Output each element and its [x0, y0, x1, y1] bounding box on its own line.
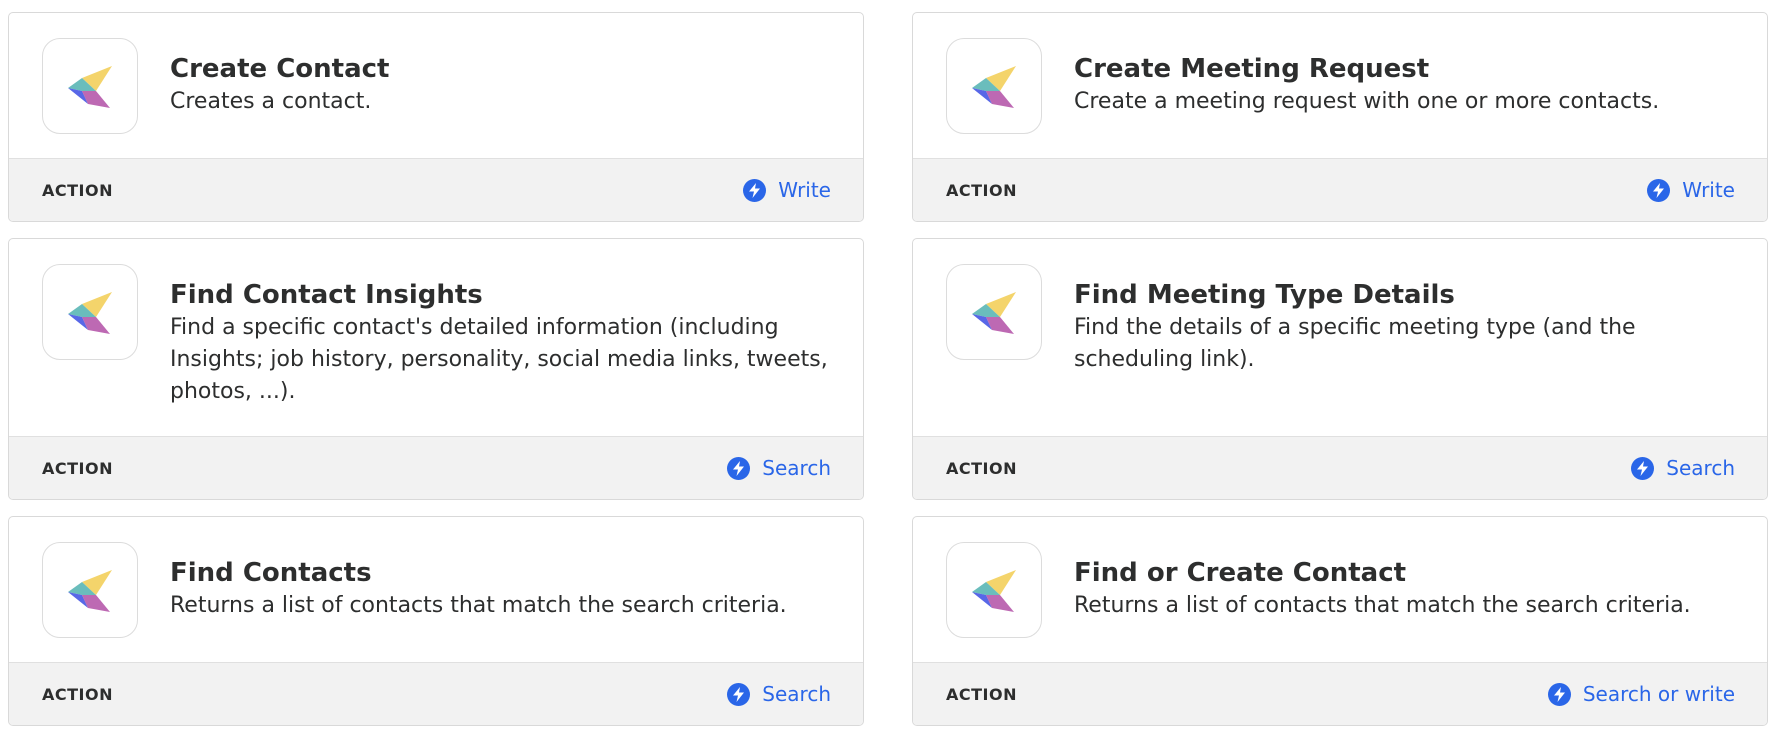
lightning-bolt-icon	[727, 456, 751, 480]
card-type-label: ACTION	[946, 180, 1017, 200]
action-card[interactable]: Create Meeting Request Create a meeting …	[912, 12, 1768, 222]
card-type-label: ACTION	[42, 684, 113, 704]
card-text: Create Contact Creates a contact.	[170, 52, 389, 118]
card-type-label: ACTION	[42, 458, 113, 478]
card-text: Find or Create Contact Returns a list of…	[1074, 556, 1691, 622]
action-type-label: Write	[778, 178, 831, 202]
app-logo	[946, 264, 1042, 360]
action-type-label: Search or write	[1582, 682, 1735, 706]
card-type-label: ACTION	[946, 684, 1017, 704]
action-card[interactable]: Create Contact Creates a contact. ACTION…	[8, 12, 864, 222]
card-title: Create Contact	[170, 54, 390, 84]
action-card[interactable]: Find Contacts Returns a list of contacts…	[8, 516, 864, 726]
app-logo	[946, 542, 1042, 638]
actions-grid: Create Contact Creates a contact. ACTION…	[8, 12, 1768, 726]
card-description: Returns a list of contacts that match th…	[1074, 593, 1691, 618]
card-body: Find Contact Insights Find a specific co…	[9, 239, 863, 436]
action-card[interactable]: Find Contact Insights Find a specific co…	[8, 238, 864, 500]
card-description: Find a specific contact's detailed infor…	[170, 315, 828, 404]
card-footer: ACTION Search	[9, 436, 863, 499]
card-title: Create Meeting Request	[1074, 54, 1430, 84]
action-type-link[interactable]: Search	[1631, 456, 1735, 480]
card-description: Create a meeting request with one or mor…	[1074, 89, 1660, 114]
app-logo	[946, 38, 1042, 134]
app-logo-icon	[68, 292, 112, 334]
app-logo-icon	[972, 292, 1016, 334]
card-text: Find Meeting Type Details Find the detai…	[1074, 278, 1735, 376]
card-text: Find Contacts Returns a list of contacts…	[170, 556, 787, 622]
app-logo	[42, 38, 138, 134]
lightning-bolt-icon	[727, 682, 751, 706]
lightning-bolt-icon	[743, 178, 767, 202]
card-text: Find Contact Insights Find a specific co…	[170, 278, 831, 408]
card-title: Find or Create Contact	[1074, 558, 1407, 588]
action-type-link[interactable]: Search	[727, 456, 831, 480]
card-body: Create Contact Creates a contact.	[9, 13, 863, 158]
card-title: Find Contacts	[170, 558, 372, 588]
card-body: Find Contacts Returns a list of contacts…	[9, 517, 863, 662]
app-logo	[42, 542, 138, 638]
card-footer: ACTION Search	[913, 436, 1767, 499]
card-description: Find the details of a specific meeting t…	[1074, 315, 1636, 372]
app-logo	[42, 264, 138, 360]
card-footer: ACTION Search or write	[913, 662, 1767, 725]
action-type-label: Search	[762, 682, 831, 706]
card-footer: ACTION Write	[9, 158, 863, 221]
card-body: Find Meeting Type Details Find the detai…	[913, 239, 1767, 436]
app-logo-icon	[972, 66, 1016, 108]
card-description: Creates a contact.	[170, 89, 372, 114]
card-title: Find Contact Insights	[170, 280, 483, 310]
card-type-label: ACTION	[946, 458, 1017, 478]
action-type-link[interactable]: Write	[1647, 178, 1735, 202]
card-footer: ACTION Search	[9, 662, 863, 725]
action-type-link[interactable]: Search or write	[1547, 682, 1735, 706]
app-logo-icon	[68, 66, 112, 108]
card-text: Create Meeting Request Create a meeting …	[1074, 52, 1659, 118]
card-footer: ACTION Write	[913, 158, 1767, 221]
lightning-bolt-icon	[1547, 682, 1571, 706]
action-type-link[interactable]: Write	[743, 178, 831, 202]
action-card[interactable]: Find Meeting Type Details Find the detai…	[912, 238, 1768, 500]
action-type-label: Search	[762, 456, 831, 480]
card-type-label: ACTION	[42, 180, 113, 200]
lightning-bolt-icon	[1631, 456, 1655, 480]
card-description: Returns a list of contacts that match th…	[170, 593, 787, 618]
card-body: Find or Create Contact Returns a list of…	[913, 517, 1767, 662]
card-title: Find Meeting Type Details	[1074, 280, 1455, 310]
action-type-label: Search	[1666, 456, 1735, 480]
action-type-link[interactable]: Search	[727, 682, 831, 706]
app-logo-icon	[68, 570, 112, 612]
lightning-bolt-icon	[1647, 178, 1671, 202]
action-type-label: Write	[1682, 178, 1735, 202]
card-body: Create Meeting Request Create a meeting …	[913, 13, 1767, 158]
action-card[interactable]: Find or Create Contact Returns a list of…	[912, 516, 1768, 726]
app-logo-icon	[972, 570, 1016, 612]
